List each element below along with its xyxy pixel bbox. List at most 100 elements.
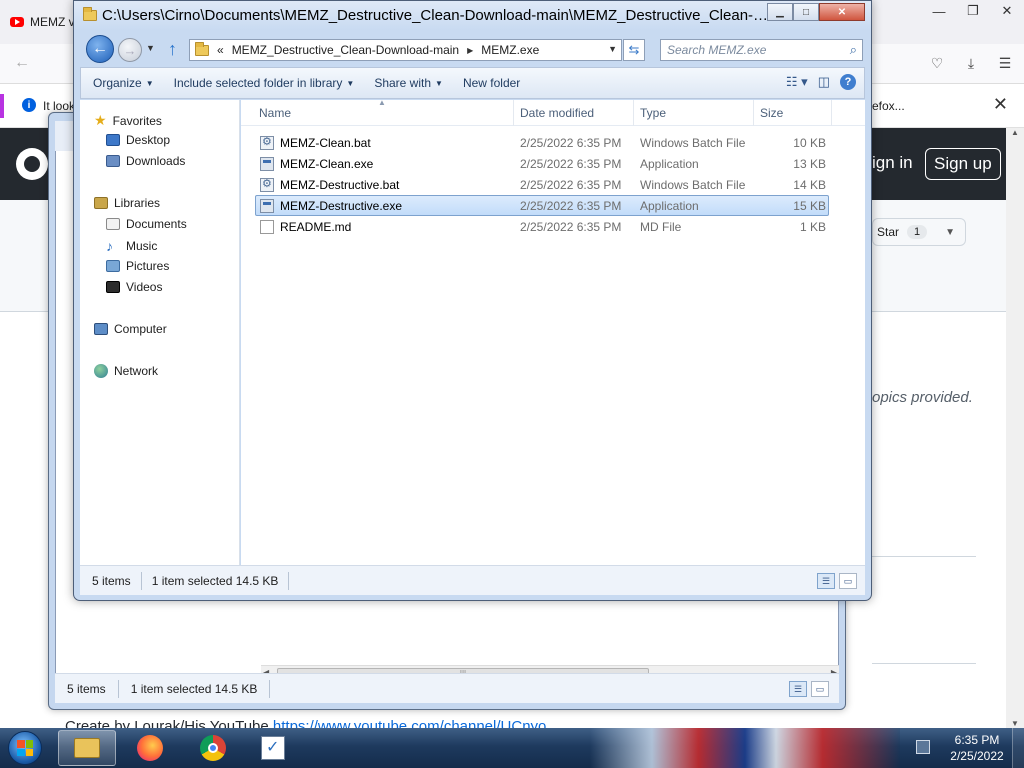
- menu-icon[interactable]: ☰: [996, 54, 1014, 72]
- text-file-icon: [260, 220, 274, 234]
- breadcrumb-chevron-icon[interactable]: ▶: [467, 46, 473, 55]
- back-button[interactable]: ←: [86, 35, 114, 63]
- downloads-icon: [106, 155, 120, 167]
- file-row[interactable]: MEMZ-Clean.bat 2/25/2022 6:35 PM Windows B…: [255, 132, 829, 153]
- sidebar-item-desktop[interactable]: Desktop: [106, 133, 170, 147]
- github-logo-icon[interactable]: [16, 148, 48, 180]
- explorer-window[interactable]: C:\Users\Cirno\Documents\MEMZ_Destructiv…: [73, 0, 872, 601]
- address-dropdown-icon[interactable]: ▼: [608, 44, 617, 54]
- restore-icon[interactable]: ❐: [956, 0, 990, 22]
- large-icons-view-icon[interactable]: ▭: [811, 681, 829, 697]
- browser-window-controls: — ❐ ✕: [922, 0, 1024, 22]
- music-icon: ♪: [106, 238, 113, 254]
- sign-up-button[interactable]: Sign up: [925, 148, 1001, 180]
- sidebar-item-label: Libraries: [114, 196, 161, 210]
- search-icon[interactable]: ⌕: [850, 42, 857, 58]
- taskbar-firefox-button[interactable]: [121, 730, 179, 766]
- clock[interactable]: 6:35 PM 2/25/2022: [940, 732, 1014, 764]
- divider: [872, 663, 976, 664]
- details-view-icon[interactable]: ☰: [789, 681, 807, 697]
- sidebar-item-music[interactable]: ♪ Music: [106, 238, 157, 254]
- sidebar-item-label: Downloads: [126, 154, 186, 168]
- folder-icon: [83, 7, 97, 21]
- column-header-date[interactable]: Date modified: [520, 106, 594, 120]
- new-folder-button[interactable]: New folder: [451, 76, 528, 90]
- file-row[interactable]: MEMZ-Destructive.exe 2/25/2022 6:35 PM App…: [255, 195, 829, 216]
- column-divider[interactable]: [633, 100, 634, 126]
- sidebar-item-label: Pictures: [126, 259, 170, 273]
- close-button[interactable]: ✕: [819, 3, 865, 21]
- file-size: 13 KB: [793, 157, 826, 171]
- file-name: README.md: [280, 220, 352, 234]
- network-status-icon[interactable]: [916, 740, 930, 754]
- column-header-type[interactable]: Type: [640, 106, 666, 120]
- address-bar[interactable]: « MEMZ_Destructive_Clean-Download-main ▶…: [189, 39, 622, 61]
- details-view-icon[interactable]: ☰: [817, 573, 835, 589]
- change-view-icon[interactable]: ☷ ▾: [786, 74, 808, 90]
- chevron-down-icon[interactable]: ▼: [945, 227, 955, 238]
- sidebar-item-pictures[interactable]: Pictures: [106, 259, 169, 273]
- back-arrow-icon[interactable]: ←: [14, 54, 30, 72]
- sidebar-item-computer[interactable]: Computer: [94, 322, 167, 336]
- browser-scrollbar[interactable]: ▲ ▼: [1006, 128, 1024, 728]
- file-list: Name ▲ Date modified Type Size MEMZ-Clea…: [241, 98, 865, 565]
- search-input[interactable]: Search MEMZ.exe ⌕: [660, 39, 863, 61]
- breadcrumb-parent[interactable]: MEMZ_Destructive_Clean-Download-main: [232, 43, 459, 57]
- youtube-icon: [10, 17, 24, 27]
- maximize-button[interactable]: □: [793, 3, 819, 21]
- file-size: 1 KB: [799, 220, 826, 234]
- file-type: MD File: [640, 220, 682, 234]
- file-row[interactable]: MEMZ-Destructive.bat 2/25/2022 6:35 PM Win…: [255, 174, 829, 195]
- start-button[interactable]: [2, 729, 48, 767]
- sign-in-link[interactable]: ign in: [872, 153, 913, 173]
- title-bar[interactable]: C:\Users\Cirno\Documents\MEMZ_Destructiv…: [74, 1, 871, 31]
- sidebar-item-documents[interactable]: Documents: [106, 217, 187, 231]
- large-icons-view-icon[interactable]: ▭: [839, 573, 857, 589]
- show-desktop-button[interactable]: [1012, 728, 1024, 768]
- share-with-menu[interactable]: Share with ▼: [362, 76, 451, 90]
- topics-text: opics provided.: [872, 389, 973, 406]
- sidebar-item-downloads[interactable]: Downloads: [106, 154, 185, 168]
- taskbar-explorer-button[interactable]: [58, 730, 116, 766]
- refresh-button[interactable]: ⇆: [623, 39, 645, 61]
- breadcrumb-current[interactable]: MEMZ.exe: [481, 43, 539, 57]
- close-icon[interactable]: ✕: [990, 0, 1024, 22]
- up-arrow-icon[interactable]: ↑: [168, 39, 177, 60]
- history-dropdown-icon[interactable]: ▼: [146, 43, 155, 53]
- help-icon[interactable]: ?: [840, 74, 856, 90]
- star-button[interactable]: Star 1 ▼: [872, 218, 966, 246]
- file-date: 2/25/2022 6:35 PM: [520, 157, 622, 171]
- taskbar: 6:35 PM 2/25/2022: [0, 728, 1024, 768]
- explorer-icon: [74, 738, 100, 758]
- preview-pane-icon[interactable]: ◫: [818, 74, 830, 90]
- minimize-button[interactable]: ▁: [767, 3, 793, 21]
- column-divider[interactable]: [831, 100, 832, 126]
- include-in-library-menu[interactable]: Include selected folder in library ▼: [162, 76, 363, 90]
- sidebar-item-videos[interactable]: Videos: [106, 280, 162, 294]
- sidebar-item-favorites[interactable]: ★ Favorites: [94, 112, 162, 129]
- file-row[interactable]: MEMZ-Clean.exe 2/25/2022 6:35 PM Applicati…: [255, 153, 829, 174]
- scroll-down-icon[interactable]: ▼: [1006, 719, 1024, 728]
- sidebar-item-libraries[interactable]: Libraries: [94, 196, 160, 210]
- column-divider[interactable]: [513, 100, 514, 126]
- taskbar-notepad-button[interactable]: [244, 730, 302, 766]
- file-name: MEMZ-Clean.bat: [280, 136, 371, 150]
- column-divider[interactable]: [753, 100, 754, 126]
- browser-tab[interactable]: MEMZ v: [0, 6, 80, 38]
- sidebar-item-network[interactable]: Network: [94, 364, 158, 378]
- close-icon[interactable]: ✕: [993, 94, 1008, 115]
- download-icon[interactable]: ⤓: [962, 54, 980, 72]
- column-header-name[interactable]: Name: [259, 106, 291, 120]
- status-separator: [269, 679, 271, 698]
- column-header-size[interactable]: Size: [760, 106, 783, 120]
- file-row[interactable]: README.md 2/25/2022 6:35 PM MD File 1 KB: [255, 216, 829, 237]
- organize-menu[interactable]: Organize ▼: [81, 76, 162, 90]
- forward-button[interactable]: →: [118, 38, 142, 62]
- scroll-up-icon[interactable]: ▲: [1006, 128, 1024, 137]
- taskbar-chrome-button[interactable]: [184, 730, 242, 766]
- minimize-icon[interactable]: —: [922, 0, 956, 22]
- exe-file-icon: [260, 157, 274, 171]
- view-controls: ☷ ▾ ◫ ?: [786, 74, 856, 90]
- breadcrumb-overflow[interactable]: «: [217, 43, 224, 57]
- pocket-icon[interactable]: ♡: [928, 54, 946, 72]
